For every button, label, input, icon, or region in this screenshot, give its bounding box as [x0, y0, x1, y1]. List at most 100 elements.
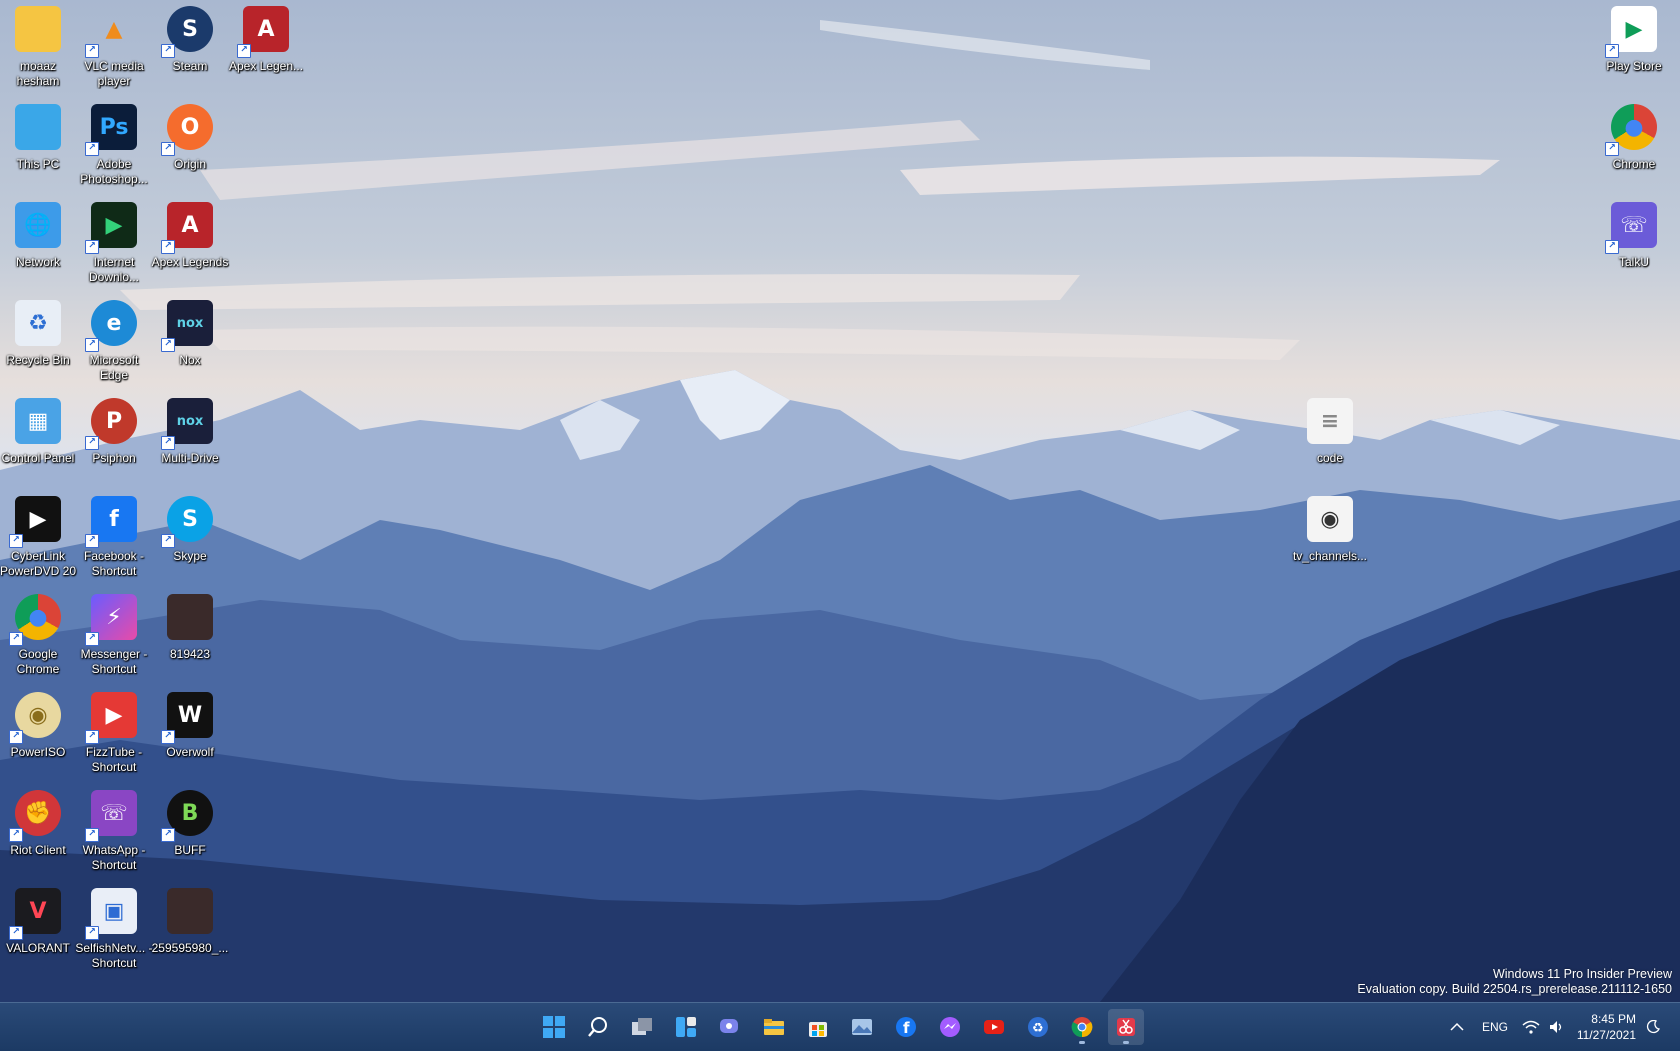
desktop-icon-riot[interactable]: ✊ ↗ Riot Client — [0, 784, 76, 876]
taskbar-task-view-button[interactable] — [624, 1009, 660, 1045]
image-thumbnail-icon — [167, 888, 213, 934]
taskbar-store-button[interactable] — [800, 1009, 836, 1045]
shortcut-arrow-icon: ↗ — [85, 730, 99, 744]
desktop-icon-label: TalkU — [1618, 255, 1649, 269]
notifications-icon[interactable] — [1646, 1003, 1660, 1051]
desktop-icon-label: Overwolf — [166, 745, 214, 759]
shortcut-arrow-icon: ↗ — [9, 632, 23, 646]
volume-icon[interactable] — [1548, 1003, 1566, 1051]
task-view-icon — [631, 1016, 653, 1038]
chevron-up-icon — [1450, 1022, 1464, 1031]
snipping-tool-icon — [1115, 1016, 1137, 1038]
wifi-icon[interactable] — [1522, 1003, 1540, 1051]
taskbar-snipping-tool-button[interactable] — [1108, 1009, 1144, 1045]
buff-icon: B ↗ — [161, 790, 213, 842]
shortcut-arrow-icon: ↗ — [161, 730, 175, 744]
desktop-icon-label: This PC — [16, 157, 60, 171]
desktop-icon-label: FizzTube - Shortcut — [85, 745, 143, 774]
desktop-icon-recycle-bin[interactable]: ♻ Recycle Bin — [0, 294, 76, 386]
desktop-icon-nox[interactable]: nox ↗ Nox — [152, 294, 228, 386]
search-icon — [587, 1016, 609, 1038]
desktop-icon-label: Play Store — [1606, 59, 1662, 73]
shortcut-arrow-icon: ↗ — [85, 338, 99, 352]
desktop-icon-fizztube[interactable]: ▶ ↗ FizzTube - Shortcut — [76, 686, 152, 778]
desktop-icon-label: VALORANT — [6, 941, 70, 955]
taskbar-photos-button[interactable] — [844, 1009, 880, 1045]
desktop-icon-psiphon[interactable]: P ↗ Psiphon — [76, 392, 152, 484]
widgets-icon — [675, 1016, 697, 1038]
desktop-icon-steam[interactable]: S ↗ Steam — [152, 0, 228, 92]
desktop-icon-valorant[interactable]: V ↗ VALORANT — [0, 882, 76, 974]
desktop-icon-edge[interactable]: e ↗ Microsoft Edge — [76, 294, 152, 386]
svg-text:f: f — [903, 1019, 910, 1037]
desktop-icon-label: Network — [15, 255, 60, 269]
desktop-icon-buff[interactable]: B ↗ BUFF — [152, 784, 228, 876]
clock[interactable]: 8:45 PM 11/27/2021 — [1570, 1011, 1636, 1043]
shortcut-arrow-icon: ↗ — [85, 926, 99, 940]
facebook-icon: f — [895, 1016, 917, 1038]
desktop-icon-folder[interactable]: moaaz hesham — [0, 0, 76, 92]
desktop-icon-chrome[interactable]: ● ↗ Chrome — [1596, 98, 1672, 190]
play-store-icon: ▶ ↗ — [1605, 6, 1657, 58]
clock-time: 8:45 PM — [1591, 1012, 1636, 1026]
desktop-icon-monitor[interactable]: This PC — [0, 98, 76, 190]
desktop-icon-chrome[interactable]: ● ↗ Google Chrome — [0, 588, 76, 680]
image-thumbnail-icon — [167, 594, 213, 640]
desktop-icon-apex[interactable]: A ↗ Apex Legen... — [228, 0, 304, 92]
chrome-icon — [1071, 1016, 1093, 1038]
desktop-icon-skype[interactable]: S ↗ Skype — [152, 490, 228, 582]
desktop-icon-text-file[interactable]: ≡ code — [1292, 392, 1368, 484]
vlc-icon: ▲ ↗ — [85, 6, 137, 58]
desktop-icon-label: Adobe Photoshop... — [80, 157, 148, 186]
show-hidden-icons-button[interactable] — [1450, 1003, 1464, 1051]
taskbar-chrome-button[interactable] — [1064, 1009, 1100, 1045]
taskbar-chat-button[interactable] — [712, 1009, 748, 1045]
desktop-icon-whatsapp[interactable]: ☏ ↗ WhatsApp - Shortcut — [76, 784, 152, 876]
desktop-icon-label: Microsoft Edge — [89, 353, 139, 382]
desktop-icon-idm[interactable]: ▶ ↗ Internet Downlo... — [76, 196, 152, 288]
shortcut-arrow-icon: ↗ — [1605, 44, 1619, 58]
watermark-build: Evaluation copy. Build 22504.rs_prerelea… — [1357, 982, 1672, 996]
chat-icon — [719, 1016, 741, 1038]
taskbar-start-button[interactable] — [536, 1009, 572, 1045]
skype-icon: S ↗ — [161, 496, 213, 548]
desktop-icon-apex[interactable]: A ↗ Apex Legends — [152, 196, 228, 288]
taskbar-youtube-button[interactable] — [976, 1009, 1012, 1045]
language-indicator[interactable]: ENG — [1482, 1003, 1508, 1051]
desktop-icon-label: Internet Downlo... — [88, 255, 140, 284]
start-icon — [543, 1016, 565, 1038]
running-indicator — [1123, 1041, 1129, 1044]
origin-icon: O ↗ — [161, 104, 213, 156]
desktop-icon-powerdvd[interactable]: ▶ ↗ CyberLink PowerDVD 20 — [0, 490, 76, 582]
desktop-icon-selfishnet[interactable]: ▣ ↗ SelfishNetv... - Shortcut — [75, 882, 153, 974]
desktop-icon-photoshop[interactable]: Ps ↗ Adobe Photoshop... — [76, 98, 152, 190]
taskbar-widgets-button[interactable] — [668, 1009, 704, 1045]
desktop-icon-talku[interactable]: ☏ ↗ TalkU — [1596, 196, 1672, 288]
desktop-icon-play-store[interactable]: ▶ ↗ Play Store — [1596, 0, 1672, 92]
recycle-bin-icon: ♻ — [15, 300, 61, 346]
taskbar-recycle-button[interactable]: ♻ — [1020, 1009, 1056, 1045]
shortcut-arrow-icon: ↗ — [9, 926, 23, 940]
media-file-icon: ◉ — [1307, 496, 1353, 542]
desktop-icon-facebook[interactable]: f ↗ Facebook - Shortcut — [76, 490, 152, 582]
taskbar-facebook-button[interactable]: f — [888, 1009, 924, 1045]
desktop-icon-nox[interactable]: nox ↗ Multi-Drive — [152, 392, 228, 484]
desktop-icon-network[interactable]: 🌐 Network — [0, 196, 76, 288]
taskbar-messenger-button[interactable] — [932, 1009, 968, 1045]
desktop-icon-label: WhatsApp - Shortcut — [82, 843, 146, 872]
desktop-icon-messenger[interactable]: ⚡ ↗ Messenger - Shortcut — [76, 588, 152, 680]
youtube-icon — [983, 1016, 1005, 1038]
desktop-icon-poweriso[interactable]: ◉ ↗ PowerISO — [0, 686, 76, 778]
shortcut-arrow-icon: ↗ — [1605, 240, 1619, 254]
desktop-icon-overwolf[interactable]: W ↗ Overwolf — [152, 686, 228, 778]
desktop-icon-media-file[interactable]: ◉ tv_channels... — [1292, 490, 1368, 582]
taskbar-search-button[interactable] — [580, 1009, 616, 1045]
desktop-icon-origin[interactable]: O ↗ Origin — [152, 98, 228, 190]
desktop-icon-image-thumbnail[interactable]: 259595980_... — [152, 882, 228, 974]
taskbar-file-explorer-button[interactable] — [756, 1009, 792, 1045]
desktop-icon-vlc[interactable]: ▲ ↗ VLC media player — [76, 0, 152, 92]
powerdvd-icon: ▶ ↗ — [9, 496, 61, 548]
desktop-icon-control-panel[interactable]: ▦ Control Panel — [0, 392, 76, 484]
desktop-icon-label: Skype — [173, 549, 207, 563]
desktop-icon-image-thumbnail[interactable]: 819423 — [152, 588, 228, 680]
